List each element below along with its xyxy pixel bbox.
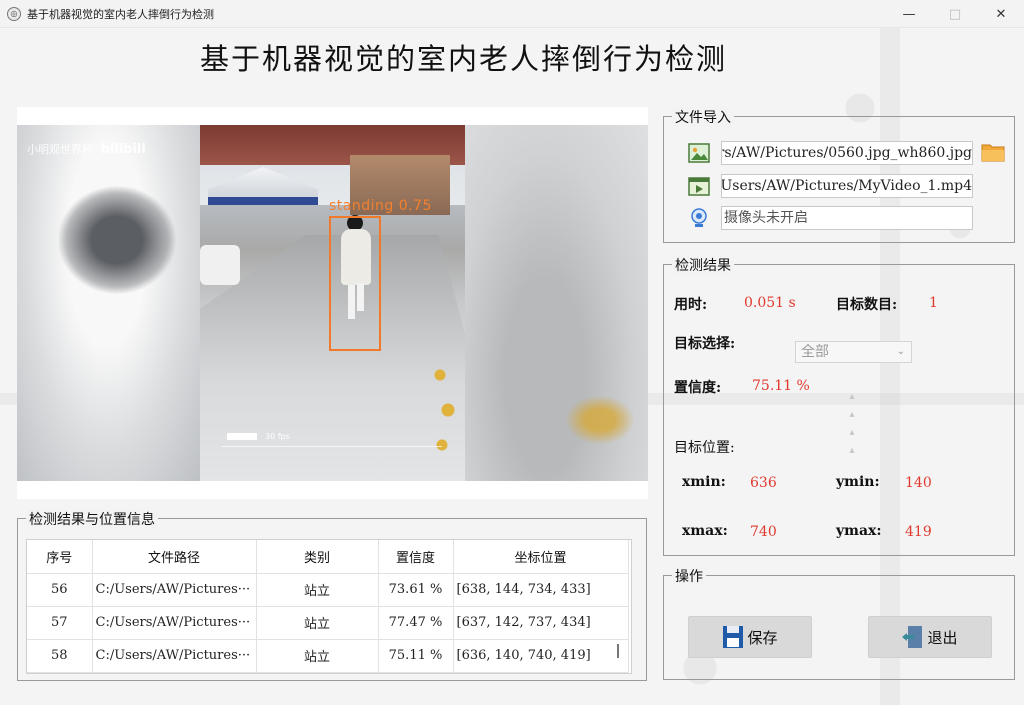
- results-table-group: 检测结果与位置信息 序号 文件路径 类别 置信度 坐标位置 56 C:/User…: [17, 509, 647, 681]
- operation-title: 操作: [672, 566, 706, 586]
- video-path-text: C:/Users/AW/Pictures/MyVideo_1.mp4: [721, 178, 972, 194]
- ymin-label: ymin:: [836, 474, 880, 490]
- video-file-row: C:/Users/AW/Pictures/MyVideo_1.mp4: [688, 174, 973, 198]
- folder-icon[interactable]: [981, 141, 1005, 163]
- camera-row: 摄像头未开启: [688, 206, 973, 230]
- results-table: 序号 文件路径 类别 置信度 坐标位置 56 C:/Users/AW/Pictu…: [27, 540, 629, 673]
- watermark-brand: bilibili: [100, 142, 146, 157]
- camera-icon[interactable]: [688, 207, 710, 229]
- time-label: 用时:: [674, 297, 708, 313]
- exit-door-icon: [902, 626, 923, 648]
- col-confidence[interactable]: 置信度: [378, 540, 454, 574]
- overlay-fps: 30 fps: [265, 432, 290, 441]
- target-select-value: 全部: [801, 344, 829, 360]
- cell-path: C:/Users/AW/Pictures···: [92, 639, 257, 673]
- blurred-left-region: [17, 125, 200, 481]
- target-position-label: 目标位置:: [674, 440, 735, 456]
- col-path[interactable]: 文件路径: [92, 540, 257, 574]
- video-file-icon[interactable]: [688, 175, 710, 197]
- results-table-title: 检测结果与位置信息: [26, 509, 158, 529]
- cell-index: 56: [27, 573, 93, 607]
- cell-class: 站立: [256, 573, 379, 607]
- decorative-arrows-icon: ▴ ▴ ▴ ▴: [849, 391, 855, 456]
- image-file-row: C:/Users/AW/Pictures/0560.jpg_wh860.jpg: [688, 141, 1005, 165]
- window-title: 基于机器视觉的室内老人摔倒行为检测: [27, 7, 214, 21]
- cell-coords: [638, 144, 734, 433]: [453, 573, 629, 607]
- operation-group: 操作 保存 退出: [663, 566, 1015, 680]
- cell-confidence: 75.11 %: [378, 639, 454, 673]
- cell-path: C:/Users/AW/Pictures···: [92, 606, 257, 640]
- close-button[interactable]: ✕: [978, 0, 1024, 28]
- detection-result-title: 检测结果: [672, 255, 734, 275]
- image-path-field[interactable]: C:/Users/AW/Pictures/0560.jpg_wh860.jpg: [721, 141, 973, 165]
- table-row[interactable]: 58 C:/Users/AW/Pictures··· 站立 75.11 % [6…: [27, 639, 629, 673]
- video-path-field[interactable]: C:/Users/AW/Pictures/MyVideo_1.mp4: [721, 174, 973, 198]
- results-table-container[interactable]: 序号 文件路径 类别 置信度 坐标位置 56 C:/Users/AW/Pictu…: [26, 539, 632, 674]
- table-row[interactable]: 57 C:/Users/AW/Pictures··· 站立 77.47 % [6…: [27, 606, 629, 640]
- target-select-label: 目标选择:: [674, 336, 736, 352]
- cell-path: C:/Users/AW/Pictures···: [92, 573, 257, 607]
- blurred-right-region: [465, 125, 648, 481]
- cell-coords: [636, 140, 740, 419]: [453, 639, 629, 673]
- cell-class: 站立: [256, 639, 379, 673]
- detection-bounding-box: [329, 216, 381, 351]
- ymax-value: 419: [905, 524, 932, 540]
- minimize-button[interactable]: —: [886, 0, 932, 28]
- vertical-scrollbar[interactable]: [617, 644, 619, 658]
- file-import-title: 文件导入: [672, 107, 734, 127]
- target-count-value: 1: [929, 295, 938, 311]
- watermark-text: 小明观世界杯: [27, 143, 93, 156]
- page-title: 基于机器视觉的室内老人摔倒行为检测: [200, 42, 728, 76]
- target-count-label: 目标数目:: [836, 297, 898, 313]
- video-frame: 小明观世界杯 bilibili standing 0.75 30 fps: [17, 125, 648, 481]
- col-class[interactable]: 类别: [256, 540, 379, 574]
- confidence-value: 75.11 %: [752, 378, 810, 394]
- col-index[interactable]: 序号: [27, 540, 93, 574]
- cell-confidence: 77.47 %: [378, 606, 454, 640]
- xmax-label: xmax:: [682, 523, 728, 539]
- exit-button[interactable]: 退出: [868, 616, 992, 658]
- window-titlebar: ◎ 基于机器视觉的室内老人摔倒行为检测 — □ ✕: [0, 0, 1024, 28]
- cell-coords: [637, 142, 737, 434]: [453, 606, 629, 640]
- window-controls: — □ ✕: [886, 0, 1024, 28]
- image-file-icon[interactable]: [688, 142, 710, 164]
- save-label: 保存: [747, 628, 778, 647]
- exit-label: 退出: [927, 628, 958, 647]
- cell-index: 57: [27, 606, 93, 640]
- file-import-group: 文件导入 C:/Users/AW/Pictures/0560.jpg_wh860…: [663, 107, 1015, 243]
- table-row[interactable]: 56 C:/Users/AW/Pictures··· 站立 73.61 % [6…: [27, 573, 629, 607]
- cell-class: 站立: [256, 606, 379, 640]
- video-watermark: 小明观世界杯 bilibili: [27, 141, 146, 157]
- app-icon: ◎: [7, 6, 21, 21]
- chevron-down-icon: ⌄: [896, 346, 905, 357]
- floppy-disk-icon: [723, 626, 744, 648]
- confidence-label: 置信度:: [674, 380, 722, 396]
- ymin-value: 140: [905, 475, 932, 491]
- target-select-dropdown[interactable]: 全部 ⌄: [795, 341, 912, 363]
- ymax-label: ymax:: [836, 523, 882, 539]
- maximize-button[interactable]: □: [932, 0, 978, 28]
- cell-index: 58: [27, 639, 93, 673]
- detection-result-group: 检测结果 用时: 0.051 s 目标数目: 1 目标选择: 全部 ⌄ 置信度:…: [663, 255, 1015, 556]
- camera-status-field[interactable]: 摄像头未开启: [721, 206, 973, 230]
- xmin-value: 636: [750, 475, 777, 491]
- save-button[interactable]: 保存: [688, 616, 812, 658]
- cell-confidence: 73.61 %: [378, 573, 454, 607]
- table-header-row: 序号 文件路径 类别 置信度 坐标位置: [27, 540, 629, 574]
- image-path-text: C:/Users/AW/Pictures/0560.jpg_wh860.jpg: [722, 145, 972, 161]
- col-coords[interactable]: 坐标位置: [453, 540, 629, 574]
- video-overlay-bar: 30 fps: [222, 432, 442, 447]
- time-value: 0.051 s: [744, 295, 796, 311]
- xmin-label: xmin:: [682, 474, 726, 490]
- xmax-value: 740: [750, 524, 777, 540]
- detection-label: standing 0.75: [329, 198, 432, 214]
- video-display: 小明观世界杯 bilibili standing 0.75 30 fps: [17, 107, 648, 499]
